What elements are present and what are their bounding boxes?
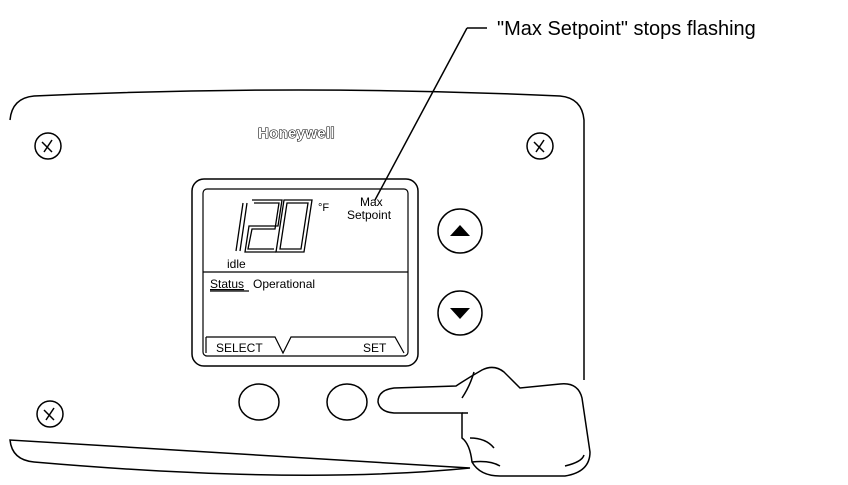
status-value: Operational [253,277,315,291]
down-arrow-button[interactable] [437,290,483,336]
mode-label: idle [227,257,246,271]
down-arrow-icon [450,308,470,319]
screw-top-left-icon [34,132,62,160]
setpoint-indicator: Setpoint [347,208,392,222]
diagram-canvas: "Max Setpoint" stops flashing Honeywell … [9,18,756,477]
callout: "Max Setpoint" stops flashing [374,18,756,201]
thermostat-diagram: "Max Setpoint" stops flashing Honeywell … [0,0,848,485]
temperature-unit: °F [318,202,329,214]
softkey-left-label: SELECT [216,341,263,355]
left-softkey-button[interactable] [238,383,280,421]
brand-logo: Honeywell [258,125,335,142]
up-arrow-icon [450,225,470,236]
callout-leader-diagonal [374,27,468,201]
status-label: Status [210,277,244,291]
right-softkey-button[interactable] [326,383,368,421]
screw-top-right-icon [526,132,554,160]
callout-text: "Max Setpoint" stops flashing [497,18,756,40]
up-arrow-button[interactable] [437,208,483,254]
max-indicator: Max [360,195,383,209]
hand-fold-lines [461,371,501,467]
pointing-hand-icon [377,366,591,477]
softkey-right-label: SET [363,341,387,355]
screw-bottom-left-icon [36,400,64,428]
